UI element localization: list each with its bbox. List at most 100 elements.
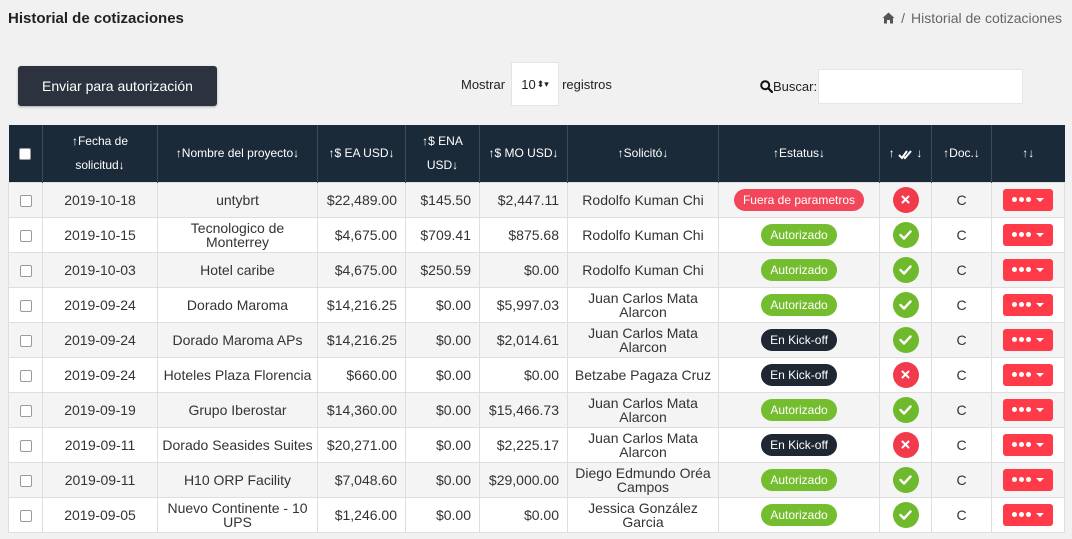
row-checkbox[interactable] — [19, 509, 32, 522]
header-date[interactable]: ↑Fecha de solicitud↓ — [42, 125, 158, 182]
cell-status: Autorizado — [718, 496, 880, 533]
cell-doc[interactable]: C — [931, 496, 992, 533]
cell-approval — [879, 356, 932, 393]
row-checkbox[interactable] — [19, 264, 32, 277]
row-checkbox[interactable] — [19, 194, 32, 207]
cell-status: Autorizado — [718, 251, 880, 288]
header-requester[interactable]: ↑Solicitó↓ — [567, 125, 719, 182]
cell-doc[interactable]: C — [931, 181, 992, 218]
row-select-cell[interactable] — [8, 496, 43, 533]
more-dots-icon — [1012, 477, 1031, 482]
header-ena[interactable]: ↑$ ENA USD↓ — [405, 125, 480, 182]
header-select-all[interactable] — [8, 125, 43, 182]
cell-requester: Juan Carlos Mata Alarcon — [567, 321, 719, 358]
header-actions[interactable]: ↑↓ — [992, 125, 1065, 182]
header-project[interactable]: ↑Nombre del proyecto↓ — [157, 125, 318, 182]
header-mo[interactable]: ↑$ MO USD↓ — [479, 125, 568, 182]
row-checkbox[interactable] — [19, 404, 32, 417]
cell-requester: Rodolfo Kuman Chi — [567, 251, 719, 288]
cell-ea: $14,360.00 — [317, 391, 406, 428]
status-badge: Autorizado — [761, 503, 837, 526]
search-label: Buscar: — [773, 78, 818, 94]
cell-project: untybrt — [157, 181, 318, 218]
row-checkbox[interactable] — [19, 299, 32, 312]
cell-doc[interactable]: C — [931, 391, 992, 428]
cell-approval — [879, 181, 932, 218]
cell-mo: $2,014.61 — [479, 321, 568, 358]
row-select-cell[interactable] — [8, 356, 43, 393]
cell-project: Dorado Maroma — [157, 286, 318, 323]
cell-doc[interactable]: C — [931, 216, 992, 253]
row-select-cell[interactable] — [8, 251, 43, 288]
row-actions-button[interactable] — [1003, 468, 1053, 491]
cell-requester: Juan Carlos Mata Alarcon — [567, 391, 719, 428]
cell-doc[interactable]: C — [931, 426, 992, 463]
caret-down-icon — [1036, 267, 1044, 272]
cell-approval — [879, 321, 932, 358]
row-select-cell[interactable] — [8, 391, 43, 428]
row-checkbox[interactable] — [19, 474, 32, 487]
row-checkbox[interactable] — [19, 229, 32, 242]
cell-ena: $0.00 — [405, 391, 480, 428]
row-actions-button[interactable] — [1003, 503, 1053, 526]
page-length-value: 10 — [521, 76, 536, 92]
row-select-cell[interactable] — [8, 286, 43, 323]
breadcrumb: / Historial de cotizaciones — [882, 10, 1062, 26]
search-icon — [760, 79, 773, 93]
row-select-cell[interactable] — [8, 181, 43, 218]
cell-ea: $14,216.25 — [317, 286, 406, 323]
cell-ea: $14,216.25 — [317, 321, 406, 358]
row-select-cell[interactable] — [8, 321, 43, 358]
caret-down-icon — [1036, 512, 1044, 517]
cell-approval — [879, 461, 932, 498]
cell-status: En Kick-off — [718, 321, 880, 358]
row-actions-button[interactable] — [1003, 363, 1053, 386]
header-status[interactable]: ↑Estatus↓ — [718, 125, 880, 182]
row-actions-button[interactable] — [1003, 398, 1053, 421]
cell-doc[interactable]: C — [931, 286, 992, 323]
cell-doc[interactable]: C — [931, 321, 992, 358]
header-ea[interactable]: ↑$ EA USD↓ — [317, 125, 406, 182]
select-all-checkbox[interactable] — [19, 148, 32, 161]
home-icon[interactable] — [882, 12, 895, 24]
row-select-cell[interactable] — [8, 216, 43, 253]
header-approval[interactable]: ↑ ↓ — [879, 125, 932, 182]
send-authorization-button[interactable]: Enviar para autorización — [18, 66, 217, 106]
cell-ena: $250.59 — [405, 251, 480, 288]
row-actions-button[interactable] — [1003, 258, 1053, 281]
search-input[interactable] — [818, 68, 1024, 104]
cell-actions — [991, 391, 1065, 428]
breadcrumb-separator: / — [901, 10, 906, 26]
cell-doc[interactable]: C — [931, 356, 992, 393]
cell-project: H10 ORP Facility — [157, 461, 318, 498]
cell-doc[interactable]: C — [931, 461, 992, 498]
row-actions-button[interactable] — [1003, 433, 1053, 456]
row-select-cell[interactable] — [8, 426, 43, 463]
cell-ena: $709.41 — [405, 216, 480, 253]
header-doc[interactable]: ↑Doc.↓ — [931, 125, 992, 182]
table-row: 2019-09-24 Dorado Maroma APs $14,216.25 $0.… — [8, 321, 1065, 358]
row-actions-button[interactable] — [1003, 188, 1053, 211]
row-checkbox[interactable] — [19, 439, 32, 452]
row-actions-button[interactable] — [1003, 223, 1053, 246]
cell-doc[interactable]: C — [931, 251, 992, 288]
status-badge: En Kick-off — [761, 363, 837, 386]
row-checkbox[interactable] — [19, 334, 32, 347]
cell-status: En Kick-off — [718, 356, 880, 393]
caret-down-icon — [1036, 442, 1044, 447]
cell-actions — [991, 356, 1065, 393]
toolbar: Enviar para autorización Mostrar 10 ⬍▾ r… — [0, 60, 1072, 110]
cell-requester: Rodolfo Kuman Chi — [567, 181, 719, 218]
row-checkbox[interactable] — [19, 369, 32, 382]
cell-actions — [991, 426, 1065, 463]
row-select-cell[interactable] — [8, 461, 43, 498]
page-length-select[interactable]: 10 ⬍▾ — [511, 62, 560, 106]
cell-status: Fuera de parametros — [718, 181, 880, 218]
cell-date: 2019-09-05 — [42, 496, 158, 533]
cell-status: Autorizado — [718, 461, 880, 498]
row-actions-button[interactable] — [1003, 328, 1053, 351]
cell-ea: $660.00 — [317, 356, 406, 393]
close-icon — [892, 186, 919, 213]
caret-down-icon — [1036, 477, 1044, 482]
row-actions-button[interactable] — [1003, 293, 1053, 316]
